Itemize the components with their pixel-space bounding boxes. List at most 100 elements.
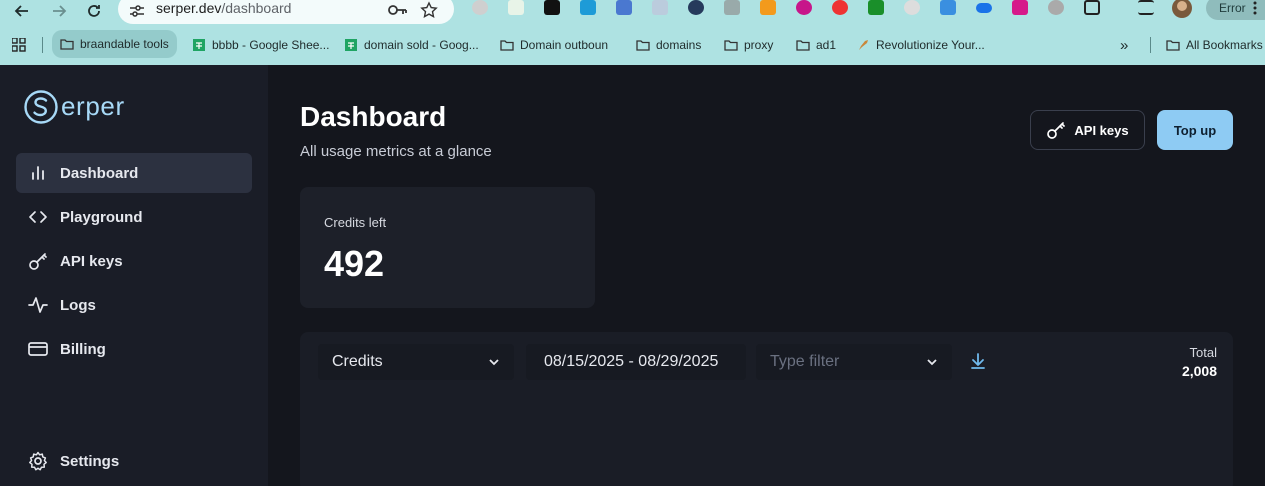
date-range-picker[interactable]: 08/15/2025 - 08/29/2025 [526, 344, 746, 380]
address-bar[interactable]: serper.dev/dashboard [118, 0, 454, 24]
extension-brain-icon[interactable] [904, 0, 920, 15]
extension-layers-icon[interactable] [724, 0, 740, 15]
overflow-label: » [1120, 36, 1129, 54]
code-icon [28, 207, 48, 227]
bookmark-label: braandable tools [80, 37, 169, 51]
main-content: Dashboard All usage metrics at a glance … [268, 65, 1265, 486]
bookmark-star-icon[interactable] [420, 1, 438, 19]
key-icon [1047, 122, 1066, 139]
sheets-icon [345, 39, 357, 51]
extension-pokeball-icon[interactable] [832, 0, 848, 15]
page-title: Dashboard [300, 101, 447, 132]
total-label: Total [1189, 345, 1217, 360]
extension-block-icon[interactable] [796, 0, 812, 15]
folder-icon [1166, 40, 1180, 51]
metric-select-value: Credits [332, 353, 383, 370]
bookmark-item[interactable]: Revolutionize Your... [856, 36, 985, 54]
usage-panel: Credits 08/15/2025 - 08/29/2025 Type fil… [300, 332, 1233, 486]
chevron-down-icon [927, 359, 937, 366]
reload-icon [88, 5, 100, 17]
bookmark-item[interactable]: proxy [724, 36, 773, 54]
top-up-button[interactable]: Top up [1157, 110, 1233, 150]
rocket-icon [859, 40, 868, 50]
bookmarks-separator [1150, 37, 1151, 53]
media-control-icon[interactable] [1138, 0, 1154, 15]
password-key-icon[interactable] [388, 3, 408, 17]
key-icon [28, 251, 48, 271]
sidebar-item-label: Logs [60, 296, 96, 314]
sidebar-item-dashboard[interactable]: Dashboard [16, 153, 252, 193]
gear-icon [28, 451, 48, 471]
apps-grid-icon[interactable] [12, 38, 26, 52]
extension-calendar-icon[interactable] [616, 0, 632, 15]
bookmark-item[interactable]: braandable tools [52, 30, 177, 58]
extension-add-icon[interactable] [508, 0, 524, 15]
reload-button[interactable] [81, 0, 107, 22]
brand-logo[interactable]: erper [24, 87, 125, 127]
credits-label: Credits left [324, 215, 387, 230]
extension-lr-icon[interactable] [1012, 0, 1028, 15]
credits-value: 492 [324, 243, 385, 284]
bookmark-item[interactable]: domain sold - Goog... [344, 36, 479, 54]
page-subtitle: All usage metrics at a glance [300, 143, 492, 160]
site-settings-icon [130, 5, 144, 17]
sidebar-item-label: Billing [60, 340, 106, 358]
url-domain: serper.dev [156, 0, 222, 16]
total-value: 2,008 [1181, 363, 1217, 379]
folder-icon [636, 40, 650, 51]
bookmark-item[interactable]: Domain outboun [500, 36, 608, 54]
extension-mail-icon[interactable] [652, 0, 668, 15]
bookmark-label: proxy [744, 38, 774, 52]
folder-icon [796, 40, 810, 51]
extension-download-icon[interactable] [868, 0, 884, 15]
api-keys-button-label: API keys [1074, 122, 1129, 138]
url-path: /dashboard [221, 0, 292, 16]
bookmark-item[interactable]: domains [636, 36, 701, 54]
back-button[interactable] [9, 0, 35, 22]
bookmark-label: domain sold - Goog... [364, 38, 479, 52]
more-menu-icon[interactable] [1252, 0, 1258, 16]
extension-world-icon[interactable] [1048, 0, 1064, 15]
sheets-icon [193, 39, 205, 51]
extension-amazon-icon[interactable] [760, 0, 776, 15]
forward-button[interactable] [46, 0, 72, 22]
bookmarks-separator [42, 37, 43, 53]
error-label: Error [1219, 1, 1246, 15]
bookmark-item[interactable]: bbbb - Google Shee... [192, 36, 329, 54]
extension-w-icon[interactable] [544, 0, 560, 15]
extension-google-icon[interactable] [940, 0, 956, 15]
extension-globe-icon[interactable] [472, 0, 488, 15]
sidebar-item-settings[interactable]: Settings [16, 441, 252, 481]
date-range-value: 08/15/2025 - 08/29/2025 [544, 353, 719, 370]
extensions-puzzle-icon[interactable] [1084, 0, 1100, 15]
profile-avatar[interactable] [1172, 0, 1192, 18]
type-filter-select[interactable]: Type filter [756, 344, 952, 380]
serper-logo-icon [24, 90, 58, 124]
bookmark-label: domains [656, 38, 702, 52]
extension-toggle-icon[interactable] [976, 3, 992, 13]
sidebar-item-label: API keys [60, 252, 123, 270]
arrow-right-icon [53, 5, 67, 17]
top-up-button-label: Top up [1173, 122, 1217, 138]
bar-chart-icon [28, 163, 48, 183]
sidebar-item-api-keys[interactable]: API keys [16, 241, 252, 281]
extension-circle-icon[interactable] [688, 0, 704, 15]
type-filter-placeholder: Type filter [770, 353, 840, 370]
sidebar-item-playground[interactable]: Playground [16, 197, 252, 237]
folder-icon [60, 39, 74, 50]
credit-card-icon [28, 339, 48, 359]
browser-toolbar: serper.dev/dashboard Error [0, 0, 1265, 30]
url-text: serper.dev/dashboard [156, 0, 291, 16]
folder-icon [500, 40, 514, 51]
sidebar-item-logs[interactable]: Logs [16, 285, 252, 325]
extension-m-icon[interactable] [580, 0, 596, 15]
metric-select[interactable]: Credits [318, 344, 514, 380]
bookmarks-overflow-button[interactable]: » [1120, 36, 1128, 54]
bookmark-label: bbbb - Google Shee... [212, 38, 330, 52]
all-bookmarks-button[interactable]: All Bookmarks [1166, 36, 1263, 54]
bookmark-item[interactable]: ad1 [796, 36, 836, 54]
download-icon[interactable] [970, 352, 986, 370]
sidebar-item-billing[interactable]: Billing [16, 329, 252, 369]
api-keys-button[interactable]: API keys [1030, 110, 1145, 150]
sidebar-item-label: Settings [60, 452, 120, 470]
